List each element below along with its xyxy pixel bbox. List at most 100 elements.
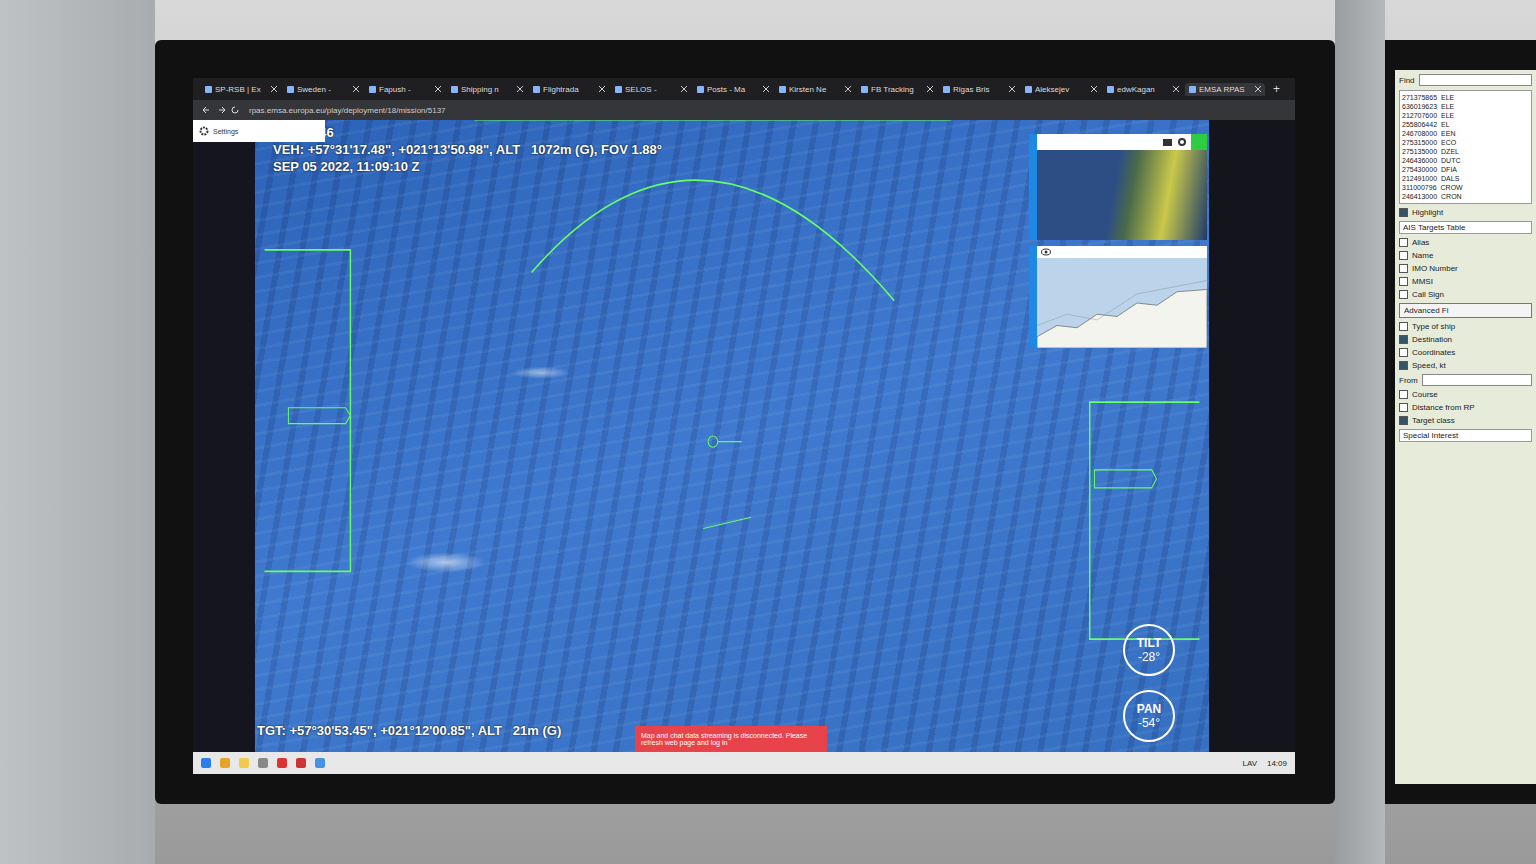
url-field[interactable]: rpas.emsa.europa.eu/play/deployment/18/m…	[249, 106, 446, 115]
favicon-icon	[1189, 86, 1196, 93]
browser-tab[interactable]: Flightrada	[529, 83, 609, 96]
filter-checkbox[interactable]: Coordinates	[1399, 348, 1532, 357]
player-page: Settings Nordun46 VEH: +57°31'17.48", +0…	[193, 120, 1295, 752]
close-icon[interactable]	[435, 86, 441, 92]
close-icon[interactable]	[271, 86, 277, 92]
close-icon[interactable]	[517, 86, 523, 92]
browser-tab[interactable]: Sweden -	[283, 83, 363, 96]
filter-checkbox[interactable]: Type of ship	[1399, 322, 1532, 331]
close-icon[interactable]	[763, 86, 769, 92]
coastline-map	[1037, 258, 1207, 348]
close-icon[interactable]	[1173, 86, 1179, 92]
pan-gauge: PAN-54°	[1123, 690, 1175, 742]
target-row[interactable]: 212491000DALS	[1402, 174, 1529, 183]
coast-minimap[interactable]	[1029, 246, 1207, 348]
close-icon[interactable]	[599, 86, 605, 92]
favicon-icon	[779, 86, 786, 93]
satellite-map	[1037, 150, 1207, 240]
browser-window: SP-RSB | Ex Sweden - Fapush - Shipping n…	[193, 78, 1295, 774]
keyboard-language[interactable]: LAV	[1242, 759, 1257, 768]
filter-options: Highlight AIS Targets Table Alias Name IMO N…	[1399, 208, 1532, 442]
clock[interactable]: 14:09	[1267, 759, 1287, 768]
favicon-icon	[943, 86, 950, 93]
target-position: TGT: +57°30'53.45", +021°12'00.85", ALT …	[257, 723, 561, 738]
system-tray: LAV 14:09	[1242, 759, 1287, 768]
target-row[interactable]: 246413000CRON	[1402, 192, 1529, 201]
browser-tab[interactable]: Kirsten Ne	[775, 83, 855, 96]
eye-icon[interactable]	[1041, 248, 1051, 256]
filter-checkbox[interactable]: MMSI	[1399, 277, 1532, 286]
callsign: Nordun46	[273, 124, 662, 141]
favicon-icon	[369, 86, 376, 93]
browser-tab[interactable]: Rigas Bris	[939, 83, 1019, 96]
taskbar-app-icon[interactable]	[277, 758, 287, 768]
browser-tab[interactable]: edwKagan	[1103, 83, 1183, 96]
favicon-icon	[287, 86, 294, 93]
side-monitor: Find 271375865ELE636019623ELE212707600EL…	[1385, 40, 1536, 804]
target-row[interactable]: 246436000DUTC	[1402, 156, 1529, 165]
minimap-tab[interactable]	[1029, 134, 1037, 240]
close-icon[interactable]	[845, 86, 851, 92]
range-field[interactable]: From	[1399, 374, 1532, 386]
target-row[interactable]: 246708000EEN	[1402, 129, 1529, 138]
filter-checkbox[interactable]: Destination	[1399, 335, 1532, 344]
target-list: 271375865ELE636019623ELE212707600ELE2558…	[1399, 90, 1532, 204]
filter-field[interactable]: AIS Targets Table	[1399, 221, 1532, 234]
target-row[interactable]: 636019623ELE	[1402, 102, 1529, 111]
video-feed: Nordun46 VEH: +57°31'17.48", +021°13'50.…	[255, 120, 1209, 752]
wall	[0, 0, 155, 864]
taskbar-app-icon[interactable]	[239, 758, 249, 768]
filter-checkbox[interactable]: Name	[1399, 251, 1532, 260]
target-row[interactable]: 271375865ELE	[1402, 93, 1529, 102]
taskbar-app-icon[interactable]	[258, 758, 268, 768]
timestamp: SEP 05 2022, 11:09:10 Z	[273, 158, 662, 175]
disconnect-alert: Map and chat data streaming is disconnec…	[635, 726, 827, 752]
camera-icon[interactable]	[1127, 137, 1187, 147]
taskbar-app-icon[interactable]	[201, 758, 211, 768]
filter-field[interactable]: Special Interest	[1399, 429, 1532, 442]
target-row[interactable]: 255806442EL	[1402, 120, 1529, 129]
target-row[interactable]: 275430000DFIA	[1402, 165, 1529, 174]
filter-checkbox[interactable]: Course	[1399, 390, 1532, 399]
close-icon[interactable]	[927, 86, 933, 92]
new-tab-button[interactable]: +	[1267, 82, 1286, 96]
close-icon[interactable]	[681, 86, 687, 92]
minimap-tab[interactable]	[1029, 246, 1037, 348]
target-row[interactable]: 275315000ECO	[1402, 138, 1529, 147]
favicon-icon	[1107, 86, 1114, 93]
find-field[interactable]: Find	[1399, 74, 1532, 86]
close-icon[interactable]	[353, 86, 359, 92]
sensor-minimap[interactable]	[1029, 134, 1207, 240]
browser-tab[interactable]: FB Tracking	[857, 83, 937, 96]
settings-button[interactable]: Settings	[193, 120, 325, 142]
wall	[1335, 0, 1385, 864]
close-icon[interactable]	[1009, 86, 1015, 92]
nav-icon[interactable]	[201, 105, 241, 115]
browser-tab[interactable]: SP-RSB | Ex	[201, 83, 281, 96]
minimap-stack	[1029, 134, 1207, 348]
filter-checkbox[interactable]: Speed, kt	[1399, 361, 1532, 370]
filter-checkbox[interactable]: Call Sign	[1399, 290, 1532, 299]
browser-tab[interactable]: SELOS -	[611, 83, 691, 96]
taskbar-app-icon[interactable]	[296, 758, 306, 768]
target-row[interactable]: 275135000DZEL	[1402, 147, 1529, 156]
filter-checkbox[interactable]: Target class	[1399, 416, 1532, 425]
advanced-filter-button[interactable]: Advanced Fi	[1399, 303, 1532, 318]
minimap-toolbar	[1037, 134, 1207, 150]
filter-checkbox[interactable]: Highlight	[1399, 208, 1532, 217]
taskbar-app-icon[interactable]	[220, 758, 230, 768]
browser-tab[interactable]: Fapush -	[365, 83, 445, 96]
browser-tab[interactable]: Shipping n	[447, 83, 527, 96]
close-icon[interactable]	[1091, 86, 1097, 92]
filter-checkbox[interactable]: IMO Number	[1399, 264, 1532, 273]
target-row[interactable]: 311000796CROW	[1402, 183, 1529, 192]
browser-tab[interactable]: EMSA RPAS	[1185, 83, 1265, 96]
target-row[interactable]: 212707600ELE	[1402, 111, 1529, 120]
browser-tab[interactable]: Aleksejev	[1021, 83, 1101, 96]
filter-checkbox[interactable]: Alias	[1399, 238, 1532, 247]
browser-tab[interactable]: Posts - Ma	[693, 83, 773, 96]
filter-checkbox[interactable]: Distance from RP	[1399, 403, 1532, 412]
ais-filter-panel: Find 271375865ELE636019623ELE212707600EL…	[1395, 70, 1536, 784]
taskbar-app-icon[interactable]	[315, 758, 325, 768]
close-icon[interactable]	[1255, 86, 1261, 92]
